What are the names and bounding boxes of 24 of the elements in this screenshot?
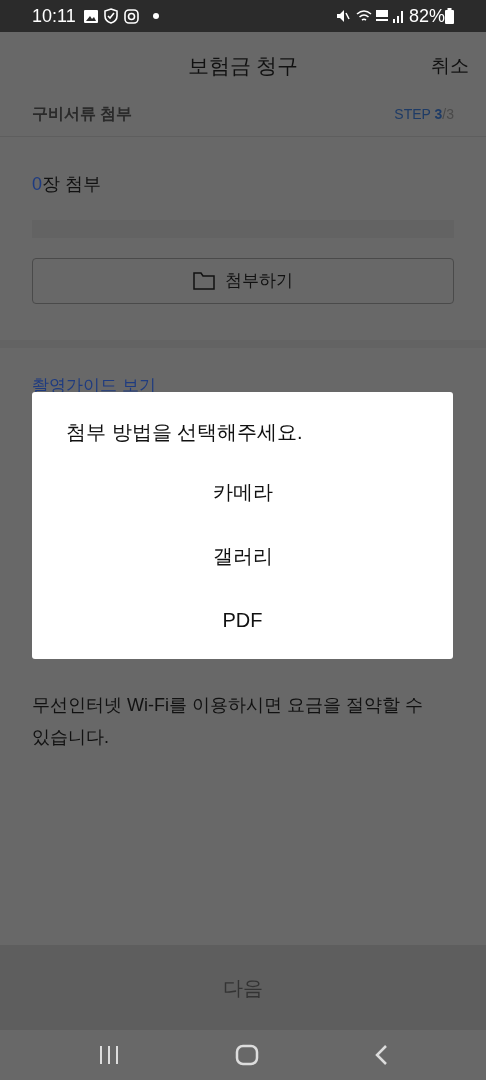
clock: 10:11 [32,4,76,28]
cancel-button[interactable]: 취소 [431,51,469,81]
dialog-option[interactable]: 갤러리 [32,524,453,588]
attach-button[interactable]: 첨부하기 [32,258,454,304]
home-icon[interactable] [235,1044,259,1066]
notice-text: 무선인터넷 Wi-Fi를 이용하시면 요금을 절약할 수 있습니다. [32,694,424,749]
battery-percent: 82% [408,4,445,28]
attach-count: 0장 첨부 [32,173,103,196]
wifi-icon [355,9,372,23]
signal-icon [392,9,405,23]
recent-apps-icon[interactable] [97,1045,120,1065]
folder-icon [193,272,215,290]
section-title: 구비서류 첨부 [32,104,133,124]
dialog-option[interactable]: PDF [32,588,453,652]
battery-icon [445,8,454,24]
dialog-option[interactable]: 카메라 [32,460,453,524]
shield-check-icon [103,8,118,24]
mute-icon [335,9,350,23]
camera-icon [123,8,139,24]
back-icon[interactable] [374,1044,389,1066]
dot-icon [152,13,159,19]
page-title: 보험금 청구 [187,53,299,80]
image-icon [83,9,98,23]
dialog-title: 첨부 방법을 선택해주세요. [65,420,304,445]
